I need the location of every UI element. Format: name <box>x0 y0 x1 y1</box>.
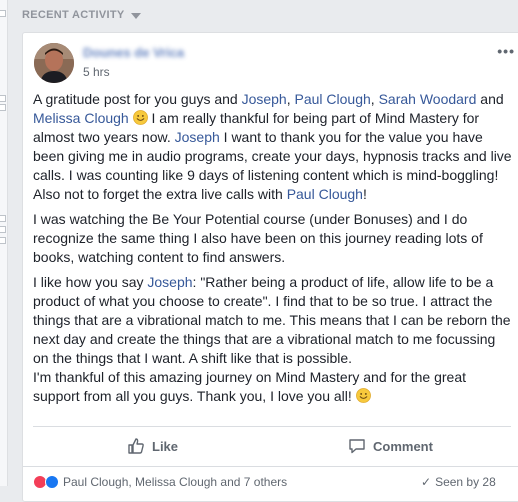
post-text: , <box>286 91 295 107</box>
like-label: Like <box>152 438 179 454</box>
smile-emoji-icon <box>132 110 148 125</box>
post-body: A gratitude post for you guys and Joseph… <box>33 90 513 412</box>
sidebar-edge-mark <box>0 104 6 111</box>
reactions-summary[interactable]: Paul Clough, Melissa Clough and 7 others <box>33 475 287 489</box>
reactions-text: Paul Clough, Melissa Clough and 7 others <box>63 475 288 489</box>
post-paragraph: I was watching the Be Your Potential cou… <box>33 210 513 267</box>
sidebar-edge-mark <box>0 95 6 102</box>
recent-activity-header[interactable]: RECENT ACTIVITY <box>22 9 141 21</box>
post-text: , <box>370 91 379 107</box>
post-paragraph: I like how you say Joseph: "Rather being… <box>33 273 513 406</box>
mention-link[interactable]: Paul Clough <box>295 91 371 107</box>
post-text: A gratitude post for you guys and <box>33 91 242 107</box>
like-button[interactable]: Like <box>127 434 178 458</box>
divider <box>33 426 511 427</box>
mention-link[interactable]: Joseph <box>242 91 287 107</box>
comment-icon <box>349 439 365 454</box>
sidebar-edge-mark <box>0 215 6 222</box>
post-text: and <box>476 91 504 107</box>
avatar[interactable] <box>34 43 74 83</box>
post-paragraph: A gratitude post for you guys and Joseph… <box>33 90 513 204</box>
post-author[interactable]: Dounes de Vrica <box>83 45 184 60</box>
like-reaction-icon <box>45 475 59 489</box>
post-text: I like how you say <box>33 274 148 290</box>
seen-by[interactable]: ✓ Seen by 28 <box>421 475 496 489</box>
mention-link[interactable]: Sarah Woodard <box>379 91 477 107</box>
left-sidebar-edge <box>0 0 8 486</box>
divider <box>23 466 518 467</box>
seen-text: Seen by 28 <box>435 475 496 489</box>
thumbs-up-icon <box>128 438 144 454</box>
comment-label: Comment <box>373 438 433 454</box>
check-icon: ✓ <box>421 475 432 489</box>
mention-link[interactable]: Joseph <box>175 129 220 145</box>
post-timestamp[interactable]: 5 hrs <box>83 65 110 79</box>
sidebar-edge-mark <box>0 226 6 233</box>
post-text: I was watching the Be Your Potential cou… <box>33 211 483 265</box>
mention-link[interactable]: Paul Clough <box>287 186 363 202</box>
post-text: I'm thankful of this amazing journey on … <box>33 369 467 404</box>
more-options-icon[interactable]: ••• <box>497 43 515 59</box>
comment-button[interactable]: Comment <box>348 434 433 458</box>
section-title: RECENT ACTIVITY <box>22 9 125 21</box>
mention-link[interactable]: Joseph <box>147 274 192 290</box>
caret-down-icon[interactable] <box>130 12 141 19</box>
mention-link[interactable]: Melissa Clough <box>33 110 129 126</box>
sidebar-edge-mark <box>0 237 6 244</box>
sidebar-edge-mark <box>0 10 6 17</box>
post-card: Dounes de Vrica 5 hrs ••• A gratitude po… <box>22 32 518 502</box>
post-text: ! <box>362 186 367 202</box>
smile-emoji-icon <box>355 388 371 403</box>
